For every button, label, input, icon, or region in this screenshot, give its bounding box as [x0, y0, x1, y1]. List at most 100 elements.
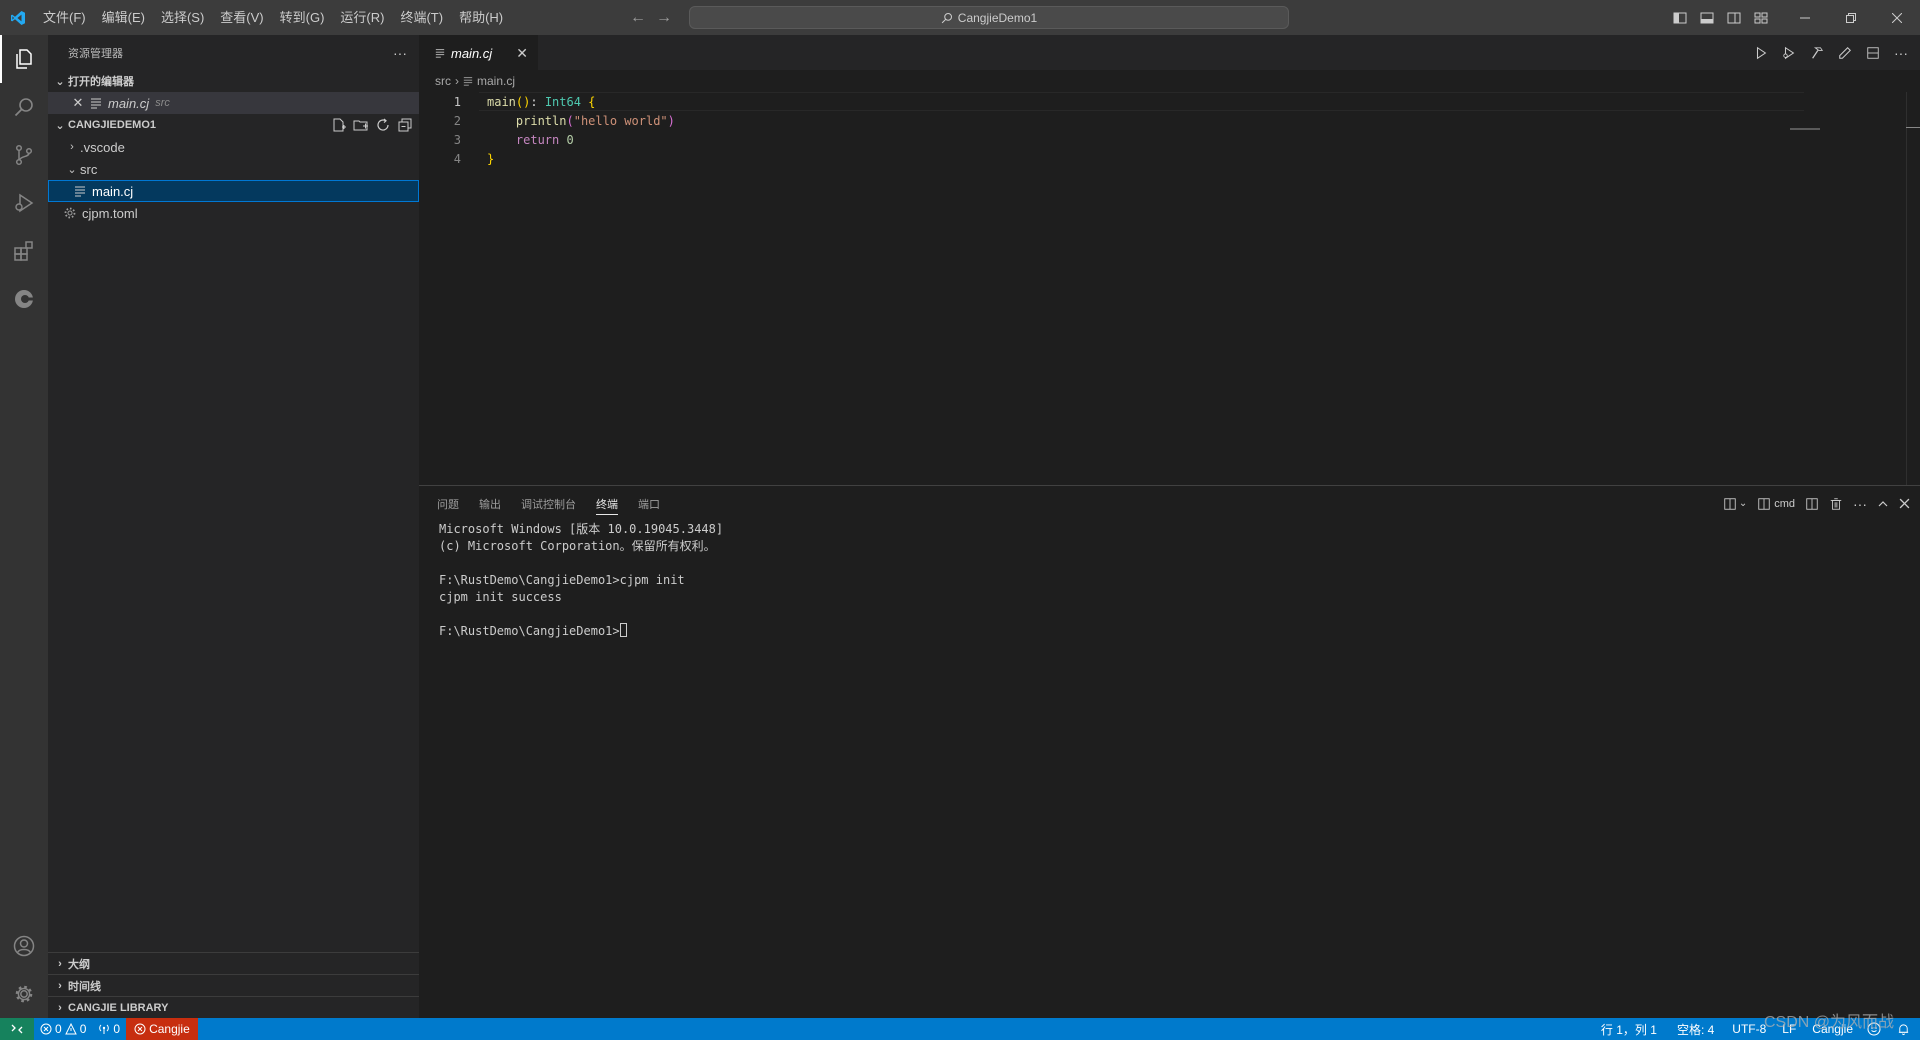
error-circle-icon [134, 1023, 146, 1035]
cangjie-status[interactable]: Cangjie [126, 1018, 198, 1040]
indentation[interactable]: 空格: 4 [1667, 1018, 1724, 1040]
command-center-search[interactable]: CangjieDemo1 [689, 6, 1289, 29]
tree-item-cjpm[interactable]: cjpm.toml [48, 202, 419, 224]
cangjie-library-header[interactable]: › CANGJIE LIBRARY [48, 996, 419, 1018]
editor-scrollbar[interactable] [1906, 92, 1920, 485]
minimap[interactable] [1790, 128, 1820, 130]
chevron-right-icon: › [58, 957, 62, 970]
remote-indicator-icon[interactable] [0, 1018, 34, 1040]
tree-item-main-cj[interactable]: main.cj [48, 180, 419, 202]
customize-layout-icon[interactable] [1747, 0, 1774, 35]
terminal-output[interactable]: Microsoft Windows [版本 10.0.19045.3448] (… [419, 521, 1920, 640]
file-lines-icon [435, 49, 445, 58]
settings-gear-icon[interactable] [0, 970, 48, 1018]
cursor-position[interactable]: 行 1，列 1 [1591, 1018, 1667, 1040]
command-center-label: CangjieDemo1 [957, 10, 1038, 25]
code-line-3: 3 return 0 [419, 130, 1920, 149]
edit-pencil-icon[interactable] [1834, 42, 1856, 64]
accounts-icon[interactable] [0, 922, 48, 970]
file-lines-icon [88, 97, 104, 109]
forward-arrow-icon[interactable]: → [656, 9, 672, 27]
minimize-icon[interactable] [1782, 0, 1828, 35]
status-bar: 0 0 0 Cangjie 行 1，列 1 空格: 4 UTF-8 LF Can… [0, 1018, 1920, 1040]
trash-icon[interactable] [1829, 497, 1843, 511]
new-terminal-dropdown-icon[interactable]: ⌄ [1723, 497, 1747, 511]
toggle-panel-icon[interactable] [1693, 0, 1720, 35]
tree-item-vscode-label: .vscode [80, 139, 125, 155]
menu-terminal[interactable]: 终端(T) [392, 0, 451, 35]
split-editor-icon[interactable] [1862, 42, 1884, 64]
back-arrow-icon[interactable]: ← [630, 9, 646, 27]
error-circle-icon [40, 1023, 52, 1035]
tab-output[interactable]: 输出 [479, 486, 501, 521]
build-hammer-icon[interactable] [1806, 42, 1828, 64]
tab-main-cj[interactable]: main.cj ✕ [419, 35, 538, 70]
more-actions-icon[interactable]: ··· [393, 45, 407, 61]
more-editor-actions-icon[interactable]: ··· [1890, 42, 1912, 64]
run-file-icon[interactable] [1750, 42, 1772, 64]
cangjie-library-label: CANGJIE LIBRARY [68, 1001, 169, 1014]
source-control-icon[interactable] [0, 131, 48, 179]
outline-header[interactable]: › 大纲 [48, 952, 419, 974]
open-editor-item[interactable]: ✕ main.cj src [48, 92, 419, 114]
terminal-prompt: F:\RustDemo\CangjieDemo1> [439, 624, 620, 638]
breadcrumb: src › main.cj [419, 70, 1920, 92]
close-panel-icon[interactable] [1899, 498, 1910, 509]
tree-item-src[interactable]: ⌄ src [48, 158, 419, 180]
editor-tabs: main.cj ✕ ··· [419, 35, 1920, 70]
menu-selection[interactable]: 选择(S) [153, 0, 212, 35]
split-terminal-icon[interactable] [1805, 497, 1819, 511]
open-editor-file-name: main.cj [108, 95, 150, 111]
panel-actions: ⌄ cmd ··· [1723, 486, 1910, 521]
toggle-primary-sidebar-icon[interactable] [1666, 0, 1693, 35]
timeline-header[interactable]: › 时间线 [48, 974, 419, 996]
refresh-icon[interactable] [375, 117, 391, 133]
terminal-line: Microsoft Windows [版本 10.0.19045.3448] [439, 522, 724, 536]
toggle-secondary-sidebar-icon[interactable] [1720, 0, 1747, 35]
line-number: 1 [453, 94, 461, 109]
tree-item-vscode[interactable]: › .vscode [48, 136, 419, 158]
project-header[interactable]: ⌄ CANGJIEDEMO1 [48, 114, 419, 136]
debug-file-icon[interactable] [1778, 42, 1800, 64]
restore-icon[interactable] [1828, 0, 1874, 35]
terminal-shell-selector[interactable]: cmd [1757, 497, 1795, 511]
warning-count: 0 [79, 1022, 87, 1036]
explorer-icon[interactable] [0, 35, 48, 83]
tab-problems[interactable]: 问题 [437, 486, 459, 521]
close-tab-icon[interactable]: ✕ [516, 45, 528, 62]
new-file-icon[interactable] [331, 117, 347, 133]
menu-edit[interactable]: 编辑(E) [94, 0, 153, 35]
line-number: 4 [453, 151, 461, 166]
search-activity-icon[interactable] [0, 83, 48, 131]
code-text: println("hello world") [515, 113, 675, 128]
collapse-all-icon[interactable] [397, 117, 413, 133]
breadcrumb-file[interactable]: main.cj [477, 74, 515, 88]
cangjie-extension-icon[interactable] [0, 275, 48, 323]
close-editor-icon[interactable]: ✕ [70, 95, 86, 111]
menu-go[interactable]: 转到(G) [272, 0, 333, 35]
extensions-icon[interactable] [0, 227, 48, 275]
tab-ports[interactable]: 端口 [638, 486, 660, 521]
new-folder-icon[interactable] [353, 117, 369, 133]
tab-terminal[interactable]: 终端 [596, 486, 618, 521]
run-debug-icon[interactable] [0, 179, 48, 227]
maximize-panel-chevron-up-icon[interactable] [1877, 498, 1889, 510]
ports-status[interactable]: 0 [92, 1018, 126, 1040]
tab-debug-console[interactable]: 调试控制台 [521, 486, 576, 521]
breadcrumb-separator-icon: › [455, 74, 459, 88]
close-window-icon[interactable] [1874, 0, 1920, 35]
menu-file[interactable]: 文件(F) [35, 0, 94, 35]
more-panel-actions-icon[interactable]: ··· [1853, 496, 1867, 512]
menu-run[interactable]: 运行(R) [332, 0, 392, 35]
code-editor[interactable]: 1 main(): Int64 { 2 println("hello world… [419, 92, 1920, 168]
breadcrumb-folder[interactable]: src [435, 74, 451, 88]
warning-triangle-icon [64, 1023, 77, 1035]
open-editors-header[interactable]: ⌄ 打开的编辑器 [48, 70, 419, 92]
problems-status[interactable]: 0 0 [34, 1018, 92, 1040]
shell-label: cmd [1774, 497, 1795, 510]
title-right-controls [1666, 0, 1920, 35]
menu-help[interactable]: 帮助(H) [451, 0, 511, 35]
menu-view[interactable]: 查看(V) [212, 0, 271, 35]
cangjie-status-label: Cangjie [149, 1022, 190, 1036]
error-count: 0 [55, 1022, 62, 1036]
